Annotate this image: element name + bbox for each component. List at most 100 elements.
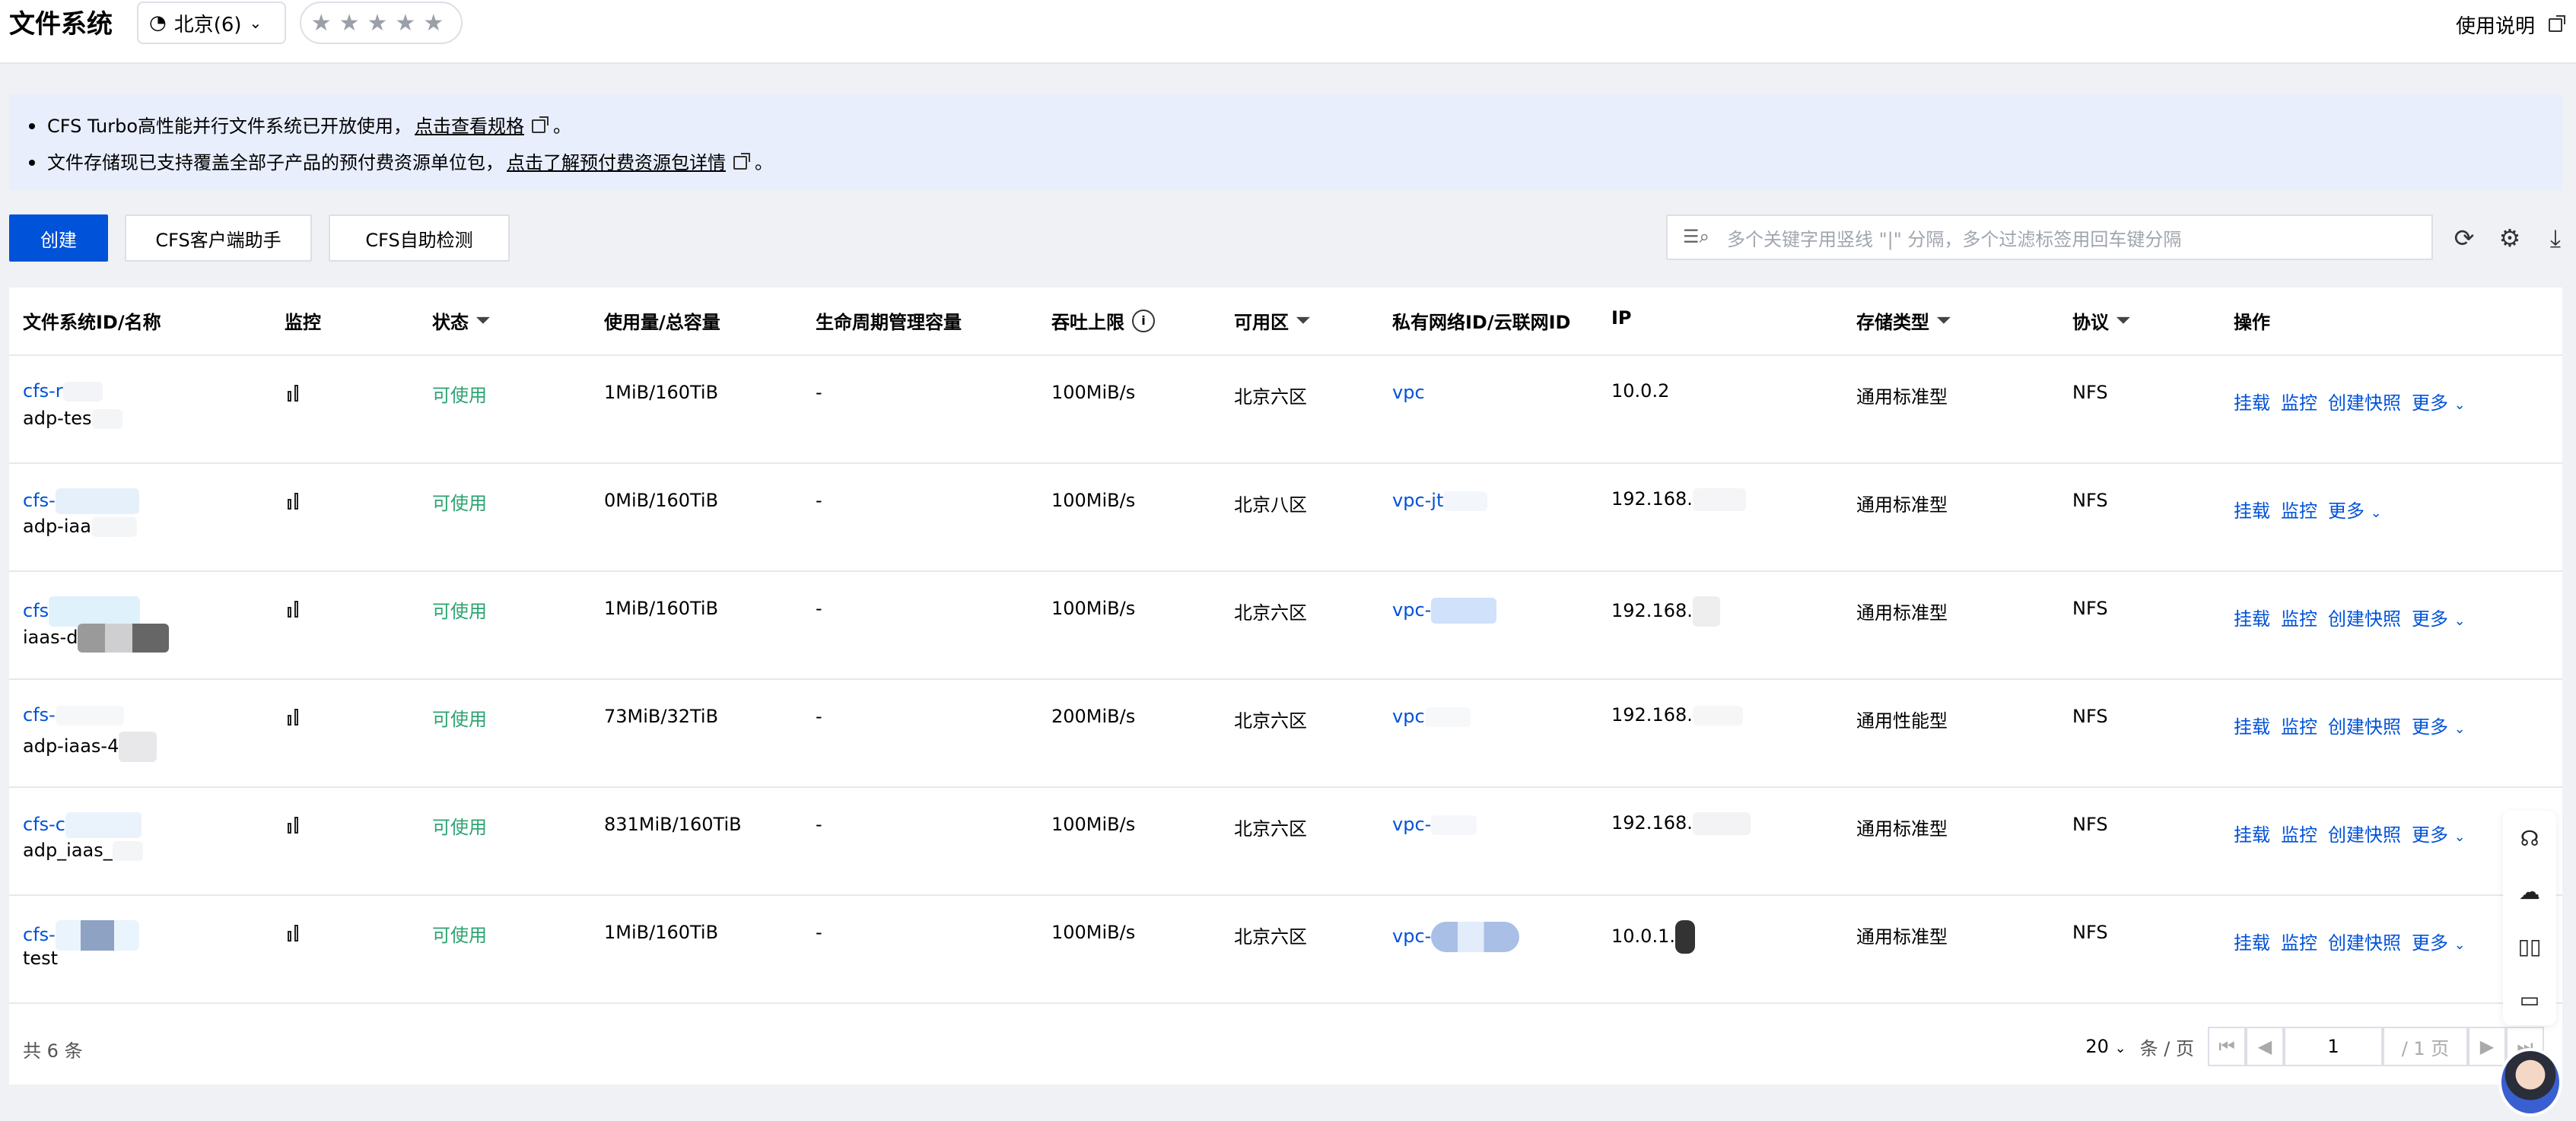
monitor-chart-icon[interactable] — [288, 491, 304, 510]
monitor-chart-icon[interactable] — [288, 815, 304, 834]
fs-id-link[interactable]: cfs- — [23, 920, 139, 951]
first-page-icon[interactable]: ⏮ — [2208, 1027, 2246, 1066]
page-size-select[interactable]: 20 ⌄ — [2085, 1036, 2126, 1057]
rating-stars[interactable]: ★★★★★ — [300, 2, 463, 44]
snapshot-link[interactable]: 创建快照 — [2328, 388, 2401, 414]
col-status[interactable]: 状态 ⏷ — [432, 307, 490, 334]
col-lifecycle: 生命周期管理容量 — [816, 312, 962, 333]
more-dropdown[interactable]: 更多 ⌄ — [2412, 388, 2466, 414]
next-page-icon[interactable]: ▶ — [2468, 1027, 2506, 1066]
monitor-link[interactable]: 监控 — [2281, 928, 2317, 954]
refresh-icon[interactable]: ⟳ — [2448, 222, 2480, 254]
usage-text: 1MiB/160TiB — [604, 922, 719, 943]
create-button[interactable]: 创建 — [9, 214, 108, 262]
chevron-down-icon: ⌄ — [2454, 397, 2466, 413]
vpc-link[interactable]: vpc — [1392, 382, 1425, 403]
mount-link[interactable]: 挂载 — [2234, 928, 2270, 954]
book-icon[interactable]: ▯▯ — [2516, 932, 2543, 960]
fs-id-link[interactable]: cfs — [23, 596, 141, 627]
lifecycle-text: - — [816, 598, 822, 619]
chevron-down-icon: ⌄ — [2454, 937, 2466, 953]
throughput-text: 100MiB/s — [1051, 814, 1136, 835]
mount-link[interactable]: 挂载 — [2234, 496, 2270, 522]
monitor-link[interactable]: 监控 — [2281, 496, 2317, 522]
external-link-icon — [2549, 14, 2565, 32]
vpc-link[interactable]: vpc — [1392, 706, 1471, 727]
monitor-chart-icon[interactable] — [288, 599, 304, 618]
search-input[interactable]: ☰⌕ 多个关键字用竖线 "|" 分隔，多个过滤标签用回车键分隔 — [1666, 214, 2433, 260]
vpc-link[interactable]: vpc- — [1392, 814, 1477, 835]
monitor-link[interactable]: 监控 — [2281, 388, 2317, 414]
monitor-chart-icon[interactable] — [288, 923, 304, 942]
mount-link[interactable]: 挂载 — [2234, 604, 2270, 630]
fs-id-link[interactable]: cfs- — [23, 488, 139, 514]
throughput-text: 100MiB/s — [1051, 598, 1136, 619]
more-dropdown[interactable]: 更多 ⌄ — [2412, 604, 2466, 630]
monitor-link[interactable]: 监控 — [2281, 712, 2317, 738]
snapshot-link[interactable]: 创建快照 — [2328, 604, 2401, 630]
assistant-avatar[interactable] — [2498, 1048, 2562, 1116]
more-dropdown[interactable]: 更多 ⌄ — [2412, 820, 2466, 846]
help-link[interactable]: 使用说明 — [2456, 11, 2565, 39]
monitor-chart-icon[interactable] — [288, 383, 304, 402]
storage-type-text: 通用标准型 — [1856, 386, 1948, 408]
snapshot-link[interactable]: 创建快照 — [2328, 928, 2401, 954]
storage-type-text: 通用标准型 — [1856, 926, 1948, 948]
download-icon[interactable]: ⤓ — [2539, 222, 2571, 254]
monitor-link[interactable]: 监控 — [2281, 820, 2317, 846]
monitor-chart-icon[interactable] — [288, 707, 304, 726]
lifecycle-text: - — [816, 490, 822, 511]
vpc-link[interactable]: vpc- — [1392, 922, 1520, 952]
col-throughput-label: 吞吐上限 — [1051, 312, 1124, 333]
info-icon[interactable]: i — [1132, 309, 1155, 332]
vpc-link[interactable]: vpc- — [1392, 598, 1497, 624]
more-dropdown[interactable]: 更多 ⌄ — [2412, 928, 2466, 954]
row-actions: 挂载 监控 创建快照 更多 ⌄ — [2234, 928, 2466, 954]
snapshot-link[interactable]: 创建快照 — [2328, 712, 2401, 738]
fs-name: adp-iaas-4 — [23, 732, 157, 762]
table-row: cfs-r adp-tes 可使用 1MiB/160TiB - 100MiB/s… — [9, 356, 2562, 464]
fs-id-link[interactable]: cfs- — [23, 704, 124, 726]
mount-link[interactable]: 挂载 — [2234, 712, 2270, 738]
fs-id-link[interactable]: cfs-c — [23, 812, 142, 838]
table-row: cfs iaas-d 可使用 1MiB/160TiB - 100MiB/s 北京… — [9, 572, 2562, 680]
client-helper-button[interactable]: CFS客户端助手 — [125, 214, 312, 262]
more-dropdown[interactable]: 更多 ⌄ — [2412, 712, 2466, 738]
settings-icon[interactable]: ⚙ — [2494, 222, 2526, 254]
col-protocol[interactable]: 协议 ⏷ — [2072, 307, 2130, 334]
storage-type-text: 通用性能型 — [1856, 710, 1948, 732]
filter-icon[interactable]: ⏷ — [1296, 311, 1310, 330]
col-monitor: 监控 — [285, 312, 321, 333]
headset-icon[interactable]: ☊ — [2516, 824, 2543, 852]
feedback-icon[interactable]: ▭ — [2516, 986, 2543, 1013]
filter-icon[interactable]: ⏷ — [1937, 311, 1951, 330]
filter-icon[interactable]: ⏷ — [476, 311, 490, 330]
table-row: cfs- test 可使用 1MiB/160TiB - 100MiB/s 北京六… — [9, 896, 2562, 1004]
prev-page-icon[interactable]: ◀ — [2246, 1027, 2284, 1066]
external-link-icon — [532, 116, 549, 133]
monitor-link[interactable]: 监控 — [2281, 604, 2317, 630]
lifecycle-text: - — [816, 922, 822, 943]
fs-id-link[interactable]: cfs-r — [23, 380, 103, 402]
throughput-text: 100MiB/s — [1051, 490, 1136, 511]
throughput-text: 100MiB/s — [1051, 922, 1136, 943]
notice-text-1: CFS Turbo高性能并行文件系统已开放使用， — [47, 116, 412, 137]
snapshot-link[interactable]: 创建快照 — [2328, 820, 2401, 846]
cloud-icon[interactable]: ☁ — [2516, 878, 2543, 905]
notice-link-spec[interactable]: 点击查看规格 — [415, 108, 524, 144]
notice-link-package[interactable]: 点击了解预付费资源包详情 — [507, 144, 726, 181]
filter-icon[interactable]: ⏷ — [2116, 311, 2130, 330]
page-input[interactable]: 1 — [2284, 1027, 2383, 1066]
self-check-button[interactable]: CFS自助检测 — [329, 214, 510, 262]
mount-link[interactable]: 挂载 — [2234, 820, 2270, 846]
mount-link[interactable]: 挂载 — [2234, 388, 2270, 414]
notice-end-2: 。 — [755, 152, 773, 173]
more-dropdown[interactable]: 更多 ⌄ — [2328, 496, 2382, 522]
notice-line-1: CFS Turbo高性能并行文件系统已开放使用， 点击查看规格 。 — [29, 108, 2562, 144]
region-selector[interactable]: ◔ 北京(6) ⌄ — [137, 2, 286, 44]
col-storage-type[interactable]: 存储类型 ⏷ — [1856, 307, 1951, 334]
vpc-link[interactable]: vpc-jt — [1392, 490, 1488, 511]
file-system-table: 文件系统ID/名称 监控 状态 ⏷ 使用量/总容量 生命周期管理容量 吞吐上限 … — [9, 287, 2562, 1084]
col-zone[interactable]: 可用区 ⏷ — [1234, 307, 1310, 334]
lifecycle-text: - — [816, 382, 822, 403]
